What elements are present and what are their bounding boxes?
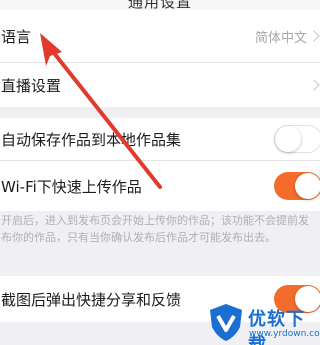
chevron-right-icon: [308, 79, 320, 91]
watermark-logo-icon: [210, 304, 242, 341]
language-label: 语言: [1, 27, 32, 46]
wifi-upload-row: Wi-Fi下快速上传作品: [0, 161, 320, 211]
wifi-upload-label: Wi-Fi下快速上传作品: [1, 177, 142, 196]
nav-bar: 通用设置: [0, 0, 320, 10]
wifi-upload-note: 开启后，进入到发布页会开始上传你的作品；该功能不会提前发布你的作品，只有当你确认…: [1, 214, 309, 244]
autosave-row: 自动保存作品到本地作品集: [0, 118, 320, 160]
language-value: 简体中文: [254, 30, 307, 46]
language-row[interactable]: 语言 简体中文: [0, 10, 320, 62]
live-settings-row[interactable]: 直播设置: [0, 63, 320, 107]
live-settings-label: 直播设置: [1, 76, 62, 95]
toggle-knob: [295, 173, 320, 199]
chevron-right-icon: [308, 30, 320, 42]
autosave-toggle[interactable]: [274, 125, 320, 153]
autosave-label: 自动保存作品到本地作品集: [1, 130, 182, 149]
page-title: 通用设置: [127, 0, 192, 10]
watermark: 优软下载 www.yrdown.com: [205, 300, 320, 345]
watermark-url: www.yrdown.com: [249, 329, 320, 339]
screenshot-share-label: 截图后弹出快捷分享和反馈: [1, 290, 182, 309]
toggle-knob: [275, 126, 301, 152]
wifi-upload-toggle[interactable]: [274, 172, 320, 200]
watermark-brand: 优软下载: [248, 309, 305, 345]
